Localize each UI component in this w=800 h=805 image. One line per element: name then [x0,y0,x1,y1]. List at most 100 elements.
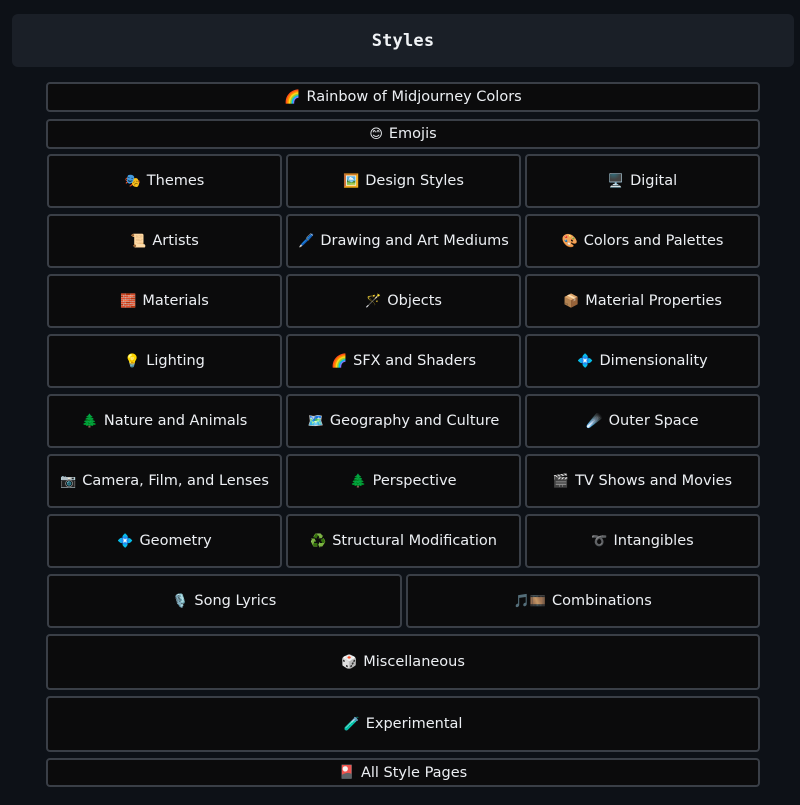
digital-button[interactable]: 🖥️ Digital [525,154,760,208]
camera-icon: 📷 [60,473,77,489]
row-7: 📷 Camera, Film, and Lenses 🌲 Perspective… [47,454,760,508]
rainbow-icon: 🌈 [284,89,301,105]
monitor-icon: 🖥️ [607,173,625,189]
outer-space-button[interactable]: ☄️ Outer Space [525,394,760,448]
button-label: Emojis [388,126,437,142]
row-2: 🎭 Themes 🖼️ Design Styles 🖥️ Digital [47,154,760,208]
diamond-icon: 💠 [117,533,134,549]
card-icon: 🎴 [338,765,355,780]
scroll-icon: 📜 [130,233,147,249]
row-11: 🧪 Experimental [46,696,760,752]
recycle-icon: ♻️ [310,533,327,549]
rainbow-icon: 🌈 [330,353,348,369]
material-properties-button[interactable]: 📦 Material Properties [525,274,760,328]
diamond-icon: 💠 [577,353,594,369]
button-label: Combinations [552,593,652,609]
themes-button[interactable]: 🎭 Themes [47,154,282,208]
perspective-button[interactable]: 🌲 Perspective [286,454,521,508]
button-label: Nature and Animals [103,413,248,429]
button-label: Rainbow of Midjourney Colors [306,89,522,105]
row-3: 📜 Artists 🖊️ Drawing and Art Mediums 🎨 C… [47,214,760,268]
framed-picture-icon: 🖼️ [343,173,360,189]
dimensionality-button[interactable]: 💠 Dimensionality [525,334,760,388]
tree-icon: 🌲 [350,473,367,489]
button-label: Material Properties [585,293,722,309]
geography-culture-button[interactable]: 🗺️ Geography and Culture [286,394,521,448]
smiley-icon: 😊 [369,126,383,142]
button-label: Digital [630,173,678,189]
button-label: Perspective [372,473,457,489]
objects-button[interactable]: 🪄 Objects [286,274,521,328]
button-label: SFX and Shaders [353,353,477,369]
row-4: 🧱 Materials 🪄 Objects 📦 Material Propert… [47,274,760,328]
button-label: Drawing and Art Mediums [320,233,509,249]
design-styles-button[interactable]: 🖼️ Design Styles [286,154,521,208]
intangibles-button[interactable]: ➰ Intangibles [525,514,760,568]
row-9: 🎙️ Song Lyrics 🎵🎞️ Combinations [47,574,760,628]
camera-film-lenses-button[interactable]: 📷 Camera, Film, and Lenses [47,454,282,508]
dice-icon: 🎲 [341,654,358,670]
button-label: Dimensionality [599,353,708,369]
button-label: Song Lyrics [194,593,277,609]
row-10: 🎲 Miscellaneous [46,634,760,690]
lightbulb-icon: 💡 [124,353,141,369]
row-6: 🌲 Nature and Animals 🗺️ Geography and Cu… [47,394,760,448]
colors-palettes-button[interactable]: 🎨 Colors and Palettes [525,214,760,268]
materials-button[interactable]: 🧱 Materials [47,274,282,328]
page-title: Styles [371,30,435,51]
row-emojis: 😊 Emojis [46,119,760,149]
button-label: All Style Pages [360,764,468,781]
bricks-icon: 🧱 [120,293,137,309]
button-label: Objects [387,293,442,309]
wand-icon: 🪄 [365,293,382,309]
comet-icon: ☄️ [586,413,603,429]
miscellaneous-button[interactable]: 🎲 Miscellaneous [46,634,760,690]
nature-animals-button[interactable]: 🌲 Nature and Animals [47,394,282,448]
button-label: Colors and Palettes [583,233,724,249]
loop-icon: ➰ [591,533,608,549]
test-tube-icon: 🧪 [343,716,360,732]
row-rainbow: 🌈 Rainbow of Midjourney Colors [46,82,760,112]
page-header: Styles [12,14,794,67]
button-label: TV Shows and Movies [575,473,733,489]
rainbow-colors-button[interactable]: 🌈 Rainbow of Midjourney Colors [46,82,760,112]
emojis-button[interactable]: 😊 Emojis [46,119,760,149]
button-label: Design Styles [365,173,464,189]
drawing-mediums-button[interactable]: 🖊️ Drawing and Art Mediums [286,214,521,268]
lighting-button[interactable]: 💡 Lighting [47,334,282,388]
row-8: 💠 Geometry ♻️ Structural Modification ➰ … [47,514,760,568]
palette-icon: 🎨 [561,233,578,249]
button-label: Intangibles [613,533,694,549]
microphone-icon: 🎙️ [172,593,189,609]
button-label: Themes [146,173,205,189]
combinations-button[interactable]: 🎵🎞️ Combinations [405,574,760,628]
geometry-button[interactable]: 💠 Geometry [47,514,282,568]
button-label: Camera, Film, and Lenses [82,473,269,489]
pen-icon: 🖊️ [298,233,315,249]
button-label: Materials [142,293,209,309]
button-label: Artists [152,233,199,249]
all-style-pages-button[interactable]: 🎴 All Style Pages [46,758,760,787]
button-label: Experimental [365,716,463,732]
button-label: Outer Space [608,413,699,429]
sfx-shaders-button[interactable]: 🌈 SFX and Shaders [286,334,521,388]
tv-movies-button[interactable]: 🎬 TV Shows and Movies [525,454,760,508]
row-5: 💡 Lighting 🌈 SFX and Shaders 💠 Dimension… [47,334,760,388]
box-icon: 📦 [563,293,580,309]
button-label: Geography and Culture [329,413,500,429]
song-lyrics-button[interactable]: 🎙️ Song Lyrics [47,574,402,628]
button-label: Geometry [139,533,212,549]
button-label: Lighting [146,353,205,369]
button-label: Structural Modification [332,533,497,549]
clapper-icon: 🎬 [552,473,570,489]
theater-masks-icon: 🎭 [124,173,141,189]
button-label: Miscellaneous [363,654,465,670]
map-icon: 🗺️ [307,413,324,429]
styles-grid: 🌈 Rainbow of Midjourney Colors 😊 Emojis … [46,82,760,787]
row-12: 🎴 All Style Pages [46,758,760,787]
artists-button[interactable]: 📜 Artists [47,214,282,268]
structural-modification-button[interactable]: ♻️ Structural Modification [286,514,521,568]
tree-icon: 🌲 [81,413,98,429]
experimental-button[interactable]: 🧪 Experimental [46,696,760,752]
music-film-icon: 🎵🎞️ [513,593,547,609]
